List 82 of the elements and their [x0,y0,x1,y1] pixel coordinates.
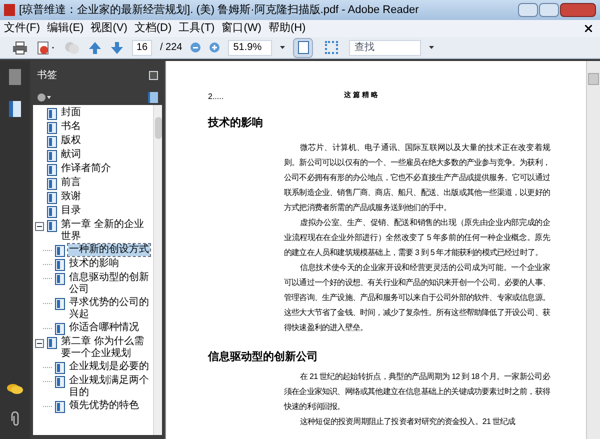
bookmark-page-icon [47,220,57,232]
bookmark-page-icon [55,273,65,285]
bookmark-page-icon [55,245,65,257]
bookmark-item[interactable]: 前言 [60,177,82,189]
bookmark-item[interactable]: 第一章 全新的企业世界 [60,219,153,243]
menu-item[interactable]: 文档(D) [134,20,172,37]
menu-item[interactable]: 视图(V) [90,20,128,37]
fit-page-button[interactable] [293,38,314,58]
page-total: / 224 [160,41,182,55]
bookmark-item[interactable]: 封面 [60,107,82,119]
scrollbar[interactable] [586,61,600,439]
menu-item[interactable]: 工具(T) [178,20,215,37]
comment-icon [64,40,80,54]
bookmark-page-icon [47,206,57,218]
bookmark-page-icon [47,136,57,148]
bookmark-page-icon [47,122,57,134]
zoom-out-icon[interactable] [190,42,202,53]
bookmark-item[interactable]: 企业规划满足两个目的 [68,375,153,399]
body-paragraph: 信息技术使今天的企业家开设和经营更灵活的公司成为可能。一个企业家可以通过一个好的设想、有关行业和产品的知识来开创一个公司。必要的人事、管理咨询、生产设施、产品和服务可以来自于公司外部的软件、专家或信息源。这些大大节省了金钱、时间，减少了复杂性。所有这些帮助降低了开设公司、获得快速盈利的进入壁垒。 [284,262,550,334]
minimize-button[interactable] [518,3,538,17]
menu-item[interactable]: 帮助(H) [268,20,306,37]
arrow-up-icon[interactable] [88,40,102,54]
body-paragraph: 这种短促的投资周期阻止了投资者对研究的资金投入。21 世纪成 [299,416,516,428]
bookmark-page-icon [55,323,65,335]
bookmark-item[interactable]: 一种新的创设方式 [68,244,150,256]
body-paragraph: 微芯片、计算机、电子通讯、国际互联网以及大量的技术正在改变着规则。新公司可以以仅有的一个、一些雇员在绝大多数的产业参与竞争。为获利，公司不必拥有有形的办公地点，它也不必直接生产产品或提供服务。它可以通过联系制造企业、销售厂商、商店、船只、配送、出版或其他一些渠道，以更好的方式把消费者所需的产品或服务送到他们的手中。 [284,142,550,214]
body-paragraph: 虚拟办公室、生产、促销、配送和销售的出现（原先由企业内部完成的企业流程现在在企业外部进行）全然改变了 5 年多前的任何一种企业概念。原先的建立在人员和建筑规模基础上，需要 3 到 5 年才能获利的模式已经过时了。 [284,216,550,258]
gear-icon[interactable] [37,92,51,102]
body-paragraph: 在 21 世纪的起始转折点，典型的产品周期为 12 到 18 个月。一家新公司必须在企业家知识、网络或其他建立在信息基础上的关键成功要素过时之前，获得快速的利润回报。 [284,371,550,413]
bookmark-item[interactable]: 书名 [60,121,82,133]
pdf-icon [4,4,15,16]
bookmark-item[interactable]: 致谢 [60,191,82,203]
bookmark-page-icon [55,376,65,388]
bookmark-item[interactable]: 企业规划是必要的 [68,361,150,373]
bookmark-item[interactable]: 领先优势的特色 [68,400,140,412]
zoom-in-icon[interactable] [209,42,220,53]
bookmark-page-icon [55,298,65,310]
bookmark-page-icon [55,362,65,374]
menu-item[interactable]: 编辑(E) [47,20,84,37]
menu-item[interactable]: 文件(F) [4,20,40,37]
bookmark-page-icon [47,108,57,120]
caret-icon[interactable] [429,46,434,49]
bookmark-page-icon [47,192,57,204]
paperclip-icon[interactable] [9,411,21,427]
collapse-icon[interactable] [35,339,44,348]
arrow-down-icon[interactable] [110,40,124,54]
maximize-button[interactable] [539,3,559,17]
bookmark-item[interactable]: 献词 [60,149,82,161]
bookmark-page-icon [55,259,65,271]
comments-icon[interactable] [7,383,23,395]
panel-title: 书签 [37,68,57,82]
bookmark-page-icon [47,337,57,349]
section-heading: 技术的影响 [208,116,264,131]
bookmark-item[interactable]: 你适合哪种情况 [68,322,140,334]
page-number-field[interactable]: 16 [132,40,152,56]
bookmark-item[interactable]: 技术的影响 [68,258,120,270]
page-number: 2..... [208,91,225,103]
bookmark-page-icon [47,150,57,162]
bookmark-item[interactable]: 版权 [60,135,82,147]
document-share-icon[interactable] [36,40,56,54]
bookmark-page-icon [47,164,57,176]
section-heading: 信息驱动型的创新公司 [208,350,319,364]
bookmark-item[interactable]: 寻求优势的公司的兴起 [68,297,153,321]
close-button[interactable] [560,3,596,17]
bookmark-item[interactable]: 信息驱动型的创新公司 [68,272,153,296]
bookmark-item[interactable]: 目录 [60,205,82,217]
zoom-field[interactable]: 51.9% [228,40,272,56]
bookmarks-icon[interactable] [9,101,21,117]
collapse-icon[interactable] [35,222,44,231]
menu-item[interactable]: 窗口(W) [222,20,262,37]
bookmark-item[interactable]: 第二章 你为什么需要一个企业规划 [60,336,153,360]
close-icon[interactable] [585,25,592,32]
caret-icon[interactable] [280,46,286,49]
bookmark-page-icon [47,178,57,190]
search-field[interactable]: 查找 [349,40,422,56]
bookmark-page-icon [55,401,65,413]
bookmark-item[interactable]: 作译者简介 [60,163,112,175]
collapse-panel-button[interactable] [149,70,158,80]
printer-icon[interactable] [12,40,28,54]
scrollbar[interactable] [153,105,162,435]
window-title: [琼普维達：企业家的最新经营规划]. (美) 鲁姆斯·阿克隆扫描版.pdf - Adobe Reader [19,2,420,18]
bookmark-add-icon[interactable] [148,92,158,102]
